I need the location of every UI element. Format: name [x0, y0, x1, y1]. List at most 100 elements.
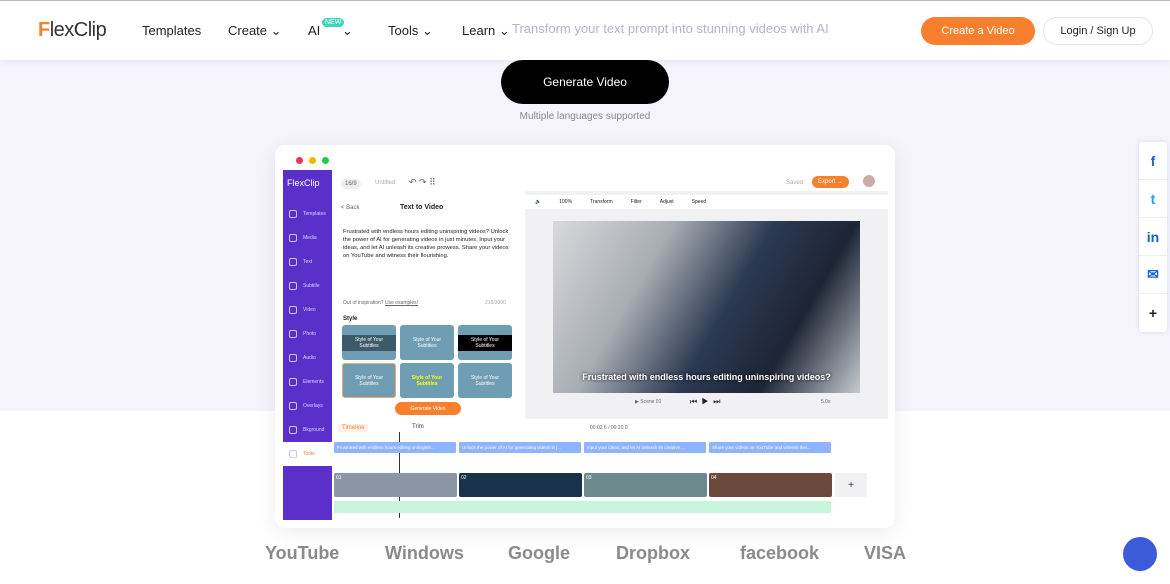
style-label: Style — [343, 316, 358, 322]
create-video-button[interactable]: Create a Video — [921, 17, 1035, 45]
subtitle-clip[interactable]: Frustrated with endless hours editing un… — [334, 442, 456, 453]
chevron-down-icon: ⌄ — [498, 23, 510, 38]
video-clip[interactable]: 04 — [709, 473, 832, 497]
nav-create[interactable]: Create ⌄ — [228, 23, 282, 39]
sidebar-item[interactable]: Media — [283, 226, 332, 250]
nav-label: Learn — [462, 23, 496, 38]
chat-button[interactable] — [1123, 537, 1157, 571]
maximize-dot — [322, 157, 329, 164]
script-textarea[interactable]: Frustrated with endless hours editing un… — [340, 225, 516, 295]
sidebar-icon — [289, 210, 297, 218]
twitter-icon[interactable]: t — [1139, 180, 1167, 218]
sidebar-item[interactable]: Elements — [283, 370, 332, 394]
toolbar-transform[interactable]: Transform — [590, 199, 613, 205]
sidebar-icon — [289, 258, 297, 266]
add-clip-button[interactable]: + — [835, 473, 867, 497]
sidebar-item[interactable]: Tools — [283, 442, 332, 466]
sidebar-icon — [289, 330, 297, 338]
nav-templates[interactable]: Templates — [142, 23, 201, 38]
preview-toolbar: 🔈 100% Transform Filter Adjust Speed — [525, 195, 888, 209]
trim-button[interactable]: Trim — [412, 424, 424, 430]
plus-icon[interactable]: + — [1139, 294, 1167, 332]
audio-waveform[interactable] — [334, 501, 831, 513]
sidebar-icon — [289, 354, 297, 362]
style-option[interactable]: Style of Your Subtitles — [458, 325, 512, 360]
inspiration-label: Out of inspiration? — [343, 300, 384, 306]
brand-logo-facebook: facebook — [740, 543, 820, 563]
timeline-tab[interactable]: Timeline — [338, 424, 369, 432]
zoom-select[interactable]: 100% — [559, 199, 572, 205]
inspiration: Out of inspiration? Use examples! — [343, 300, 418, 306]
style-option[interactable]: Style of Your Subtitles — [342, 363, 396, 398]
sidebar-item[interactable]: Bkground — [283, 418, 332, 442]
video-clip[interactable]: 03 — [584, 473, 707, 497]
sidebar-icon — [289, 234, 297, 242]
sidebar-item[interactable]: Audio — [283, 346, 332, 370]
nav-tools[interactable]: Tools ⌄ — [388, 23, 433, 39]
ratio[interactable]: 16/9 — [341, 179, 361, 189]
generate-video-button[interactable]: Generate Video — [501, 60, 669, 104]
sidebar-item[interactable]: Photo — [283, 322, 332, 346]
preview-area: 🔈 100% Transform Filter Adjust Speed Fru… — [525, 191, 888, 419]
style-text: Style of Your Subtitles — [412, 336, 442, 349]
sidebar-item[interactable]: Overlays — [283, 394, 332, 418]
sidebar-label: Audio — [303, 355, 316, 361]
scene-button[interactable]: ▶ Scene 01 — [635, 399, 661, 405]
brand-logo-youtube: YouTube — [265, 543, 340, 563]
style-option[interactable]: Style of Your Subtitles — [342, 325, 396, 360]
time-readout: 00:02.6 / 00:20.0 — [590, 425, 628, 431]
chevron-down-icon: ⌄ — [270, 23, 282, 38]
video-clip[interactable]: 01 — [334, 473, 457, 497]
sidebar-item[interactable]: Text — [283, 250, 332, 274]
email-icon[interactable]: ✉ — [1139, 256, 1167, 294]
toolbar-speed[interactable]: Speed — [692, 199, 706, 205]
style-option[interactable]: Style of Your Subtitles — [400, 363, 454, 398]
export-button[interactable]: Export → — [812, 176, 850, 188]
playback-controls[interactable]: ⏮ ▶ ⏭ — [690, 397, 720, 407]
video-preview[interactable]: Frustrated with endless hours editing un… — [553, 221, 860, 393]
login-button[interactable]: Login / Sign Up — [1043, 17, 1153, 45]
minimize-dot — [309, 157, 316, 164]
hero-subtitle: Transform your text prompt into stunning… — [512, 21, 829, 36]
subtitle-clip[interactable]: Share your videos on YouTube and witness… — [709, 442, 831, 453]
undo-icon[interactable]: ↶ ↷ ⠿ — [409, 177, 436, 188]
toolbar-adjust[interactable]: Adjust — [660, 199, 674, 205]
sidebar-icon — [289, 426, 297, 434]
toolbar-filter[interactable]: Filter — [631, 199, 642, 205]
sidebar-item[interactable]: Video — [283, 298, 332, 322]
char-count: 218/3000 — [485, 300, 506, 306]
facebook-icon[interactable]: f — [1139, 142, 1167, 180]
volume-icon[interactable]: 🔈 — [535, 199, 541, 205]
sidebar-item[interactable]: Subtitle — [283, 274, 332, 298]
sidebar-item[interactable]: Templates — [283, 202, 332, 226]
subtitle-clip[interactable]: Input your ideas, and let AI unleash its… — [584, 442, 706, 453]
sidebar-label: Bkground — [303, 427, 325, 433]
sidebar-icon — [289, 378, 297, 386]
style-text: Style of Your Subtitles — [354, 374, 384, 387]
back-button[interactable]: < Back — [341, 205, 360, 211]
nav-label: Tools — [388, 23, 419, 38]
sidebar-label: Elements — [303, 379, 324, 385]
flexclip-logo[interactable]: FlexClip — [38, 19, 107, 42]
style-option[interactable]: Style of Your Subtitles — [458, 363, 512, 398]
sidebar-icon — [289, 450, 297, 458]
sidebar-label: Text — [303, 259, 313, 265]
clip-number: 02 — [461, 475, 467, 481]
panel-generate-button[interactable]: Generate Video — [395, 402, 461, 415]
editor-sidebar: FlexClip Templates Media Text Subtitle Video… — [283, 170, 332, 520]
avatar[interactable] — [863, 175, 875, 187]
use-examples-link[interactable]: Use examples! — [385, 300, 418, 306]
editor-logo: FlexClip — [287, 178, 320, 188]
brand-logo-windows: Windows — [385, 543, 464, 563]
style-text: Style of Your Subtitles — [458, 334, 512, 351]
share-bar: f t in ✉ + — [1139, 142, 1167, 332]
panel-title: Text to Video — [400, 204, 444, 211]
sidebar-label: Photo — [303, 331, 317, 337]
nav-learn[interactable]: Learn ⌄ — [462, 23, 510, 39]
video-clip[interactable]: 02 — [459, 473, 582, 497]
subtitle-clip[interactable]: Unlock the power of AI for generating vi… — [459, 442, 581, 453]
style-text: Style of Your Subtitles — [411, 374, 443, 387]
project-name[interactable]: Untitled — [375, 180, 395, 186]
style-option[interactable]: Style of Your Subtitles — [400, 325, 454, 360]
linkedin-icon[interactable]: in — [1139, 218, 1167, 256]
